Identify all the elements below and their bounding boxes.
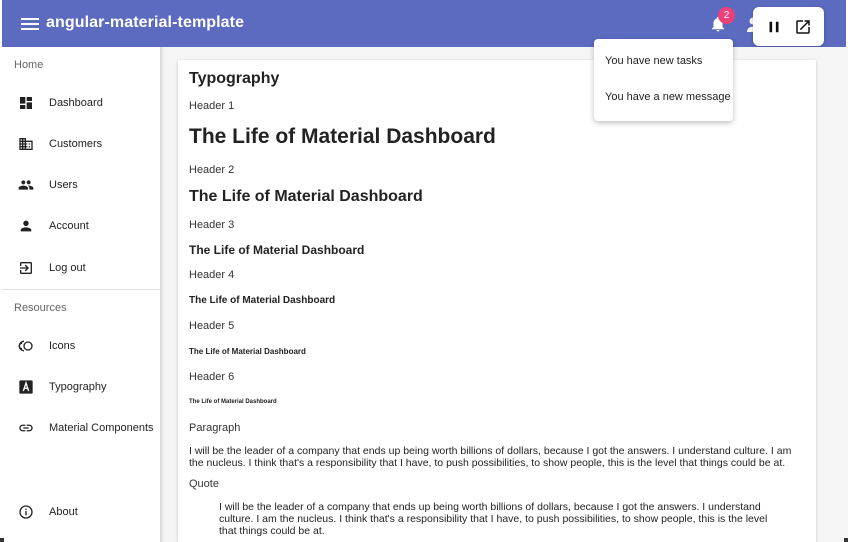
header1-sample: The Life of Material Dashboard <box>189 125 496 148</box>
sidebar-item-dashboard[interactable]: Dashboard <box>2 85 160 121</box>
header5-sample: The Life of Material Dashboard <box>189 347 306 356</box>
header3-label: Header 3 <box>189 219 235 231</box>
sidebar-item-label: Account <box>49 220 89 232</box>
quote-label: Quote <box>189 478 219 490</box>
header6-sample: The Life of Material Dashboard <box>189 399 277 405</box>
section-resources-label: Resources <box>14 302 67 314</box>
header6-label: Header 6 <box>189 371 235 383</box>
sidebar-item-label: Icons <box>49 340 76 352</box>
pause-icon[interactable] <box>765 18 783 36</box>
icons-icon <box>18 340 33 352</box>
sidebar-item-about[interactable]: About <box>2 494 160 530</box>
notification-badge: 2 <box>718 7 735 24</box>
header4-label: Header 4 <box>189 269 235 281</box>
header4-sample: The Life of Material Dashboard <box>189 295 336 306</box>
sidebar-item-logout[interactable]: Log out <box>2 250 160 286</box>
sidebar-divider <box>2 289 162 290</box>
window-corner-mark <box>844 538 848 542</box>
notifications-menu: You have new tasks You have a new messag… <box>594 39 733 121</box>
quote-text: I will be the leader of a company that e… <box>219 501 768 537</box>
sidebar-item-label: Material Components <box>49 422 154 434</box>
notification-item[interactable]: You have new tasks <box>594 48 733 84</box>
section-home-label: Home <box>14 59 44 71</box>
header2-sample: The Life of Material Dashboard <box>189 188 423 205</box>
building-icon <box>19 138 33 150</box>
sidebar-item-customers[interactable]: Customers <box>2 126 160 162</box>
page-title: Typography <box>189 70 280 87</box>
link-icon <box>19 424 33 432</box>
sidebar: Home Dashboard Customers Users Account L… <box>2 47 162 542</box>
sidebar-item-icons[interactable]: Icons <box>2 328 160 364</box>
sidebar-item-label: Log out <box>49 262 86 274</box>
sidebar-item-material-components[interactable]: Material Components <box>2 410 160 446</box>
paragraph-label: Paragraph <box>189 422 241 434</box>
sidebar-item-label: Typography <box>49 381 107 393</box>
floating-controls <box>753 7 824 46</box>
open-external-icon[interactable] <box>794 18 812 36</box>
sidebar-item-users[interactable]: Users <box>2 167 160 203</box>
header5-label: Header 5 <box>189 320 235 332</box>
header1-label: Header 1 <box>189 100 235 112</box>
sidebar-item-label: Dashboard <box>49 97 103 109</box>
paragraph-text: I will be the leader of a company that e… <box>189 445 792 469</box>
sidebar-item-label: Users <box>49 179 78 191</box>
menu-icon[interactable] <box>21 15 39 33</box>
notification-item[interactable]: You have a new message <box>594 84 733 120</box>
header3-sample: The Life of Material Dashboard <box>189 243 365 257</box>
people-icon <box>18 180 34 190</box>
logout-icon <box>20 262 32 274</box>
sidebar-item-account[interactable]: Account <box>2 208 160 244</box>
sidebar-item-typography[interactable]: Typography <box>2 369 160 405</box>
sidebar-item-label: Customers <box>49 138 103 150</box>
app-title: angular-material-template <box>46 14 245 31</box>
header2-label: Header 2 <box>189 164 235 176</box>
window-corner-mark <box>0 538 4 542</box>
typography-icon <box>19 380 33 394</box>
sidebar-item-label: About <box>49 506 78 518</box>
person-icon <box>20 220 32 232</box>
dashboard-icon <box>20 97 32 109</box>
info-icon <box>19 505 33 519</box>
